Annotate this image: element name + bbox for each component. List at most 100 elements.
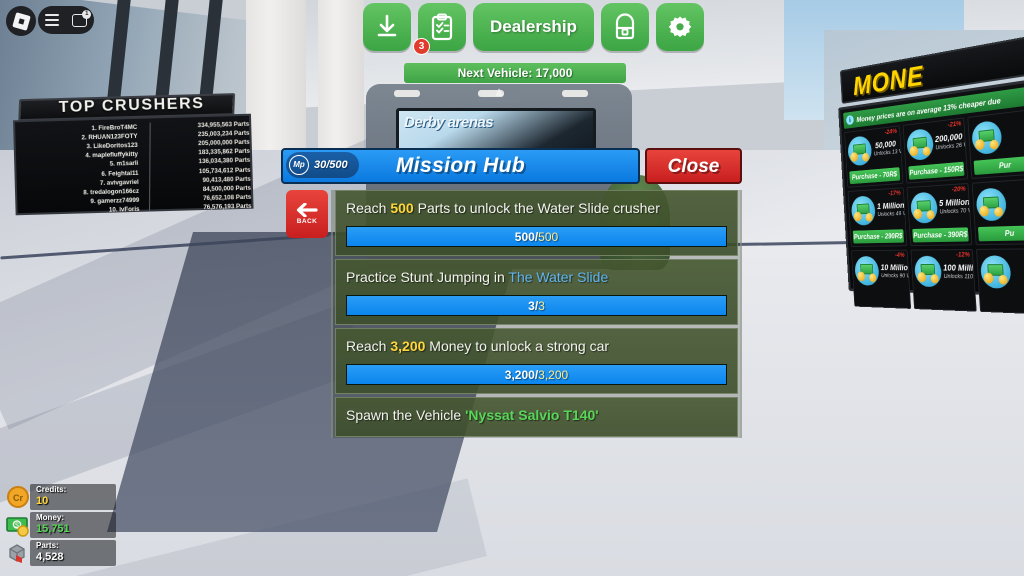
info-icon: i — [845, 114, 854, 126]
mp-icon: Mp — [289, 155, 309, 175]
money-shop-body: i Money prices are on average 13% cheape… — [838, 77, 1024, 315]
money-pack-cell[interactable]: -24% 50,000 Unlocks 13 Vehicles Purchase - … — [844, 125, 904, 188]
kiosk-lamp — [562, 90, 588, 97]
money-bag-icon — [850, 195, 876, 226]
pack-purchase-button[interactable]: Purchase - 390R$ — [911, 227, 970, 243]
money-pack-cell[interactable]: -17% 1 Million Unlocks 49 Vehicles Purchase… — [847, 187, 907, 247]
mp-progress-text: 30/500 — [314, 159, 348, 171]
coin-pile-icon — [980, 255, 1013, 289]
pack-discount-badge: -4% — [894, 250, 905, 259]
pack-unlocks — [1009, 202, 1024, 203]
cash-stack-icon — [905, 127, 934, 162]
money-shop-panel: MONE i Money prices are on average 13% c… — [836, 35, 1024, 315]
pack-discount-badge: -21% — [947, 118, 962, 129]
money-pack-grid: -24% 50,000 Unlocks 13 Vehicles Purchase - … — [844, 108, 1024, 315]
mission-progress-label: 3,200/3,200 — [504, 368, 569, 382]
settings-button[interactable] — [655, 3, 704, 51]
mission-highlight: 'Nyssat Salvio T140' — [465, 407, 599, 423]
download-icon — [373, 13, 401, 41]
stat-value: 15,751 — [36, 523, 70, 535]
chat-badge: 1 — [82, 9, 92, 19]
gear-icon — [666, 13, 694, 41]
hamburger-menu-icon[interactable] — [44, 11, 59, 29]
roblox-topbar-pill[interactable]: 1 — [38, 6, 94, 34]
mission-hub-modal: Mission Hub Mp 30/500 Close BACK Reach 5… — [281, 148, 742, 438]
mission-progress-bar: 3,200/3,200 — [346, 364, 727, 385]
game-toolbar: 3 Dealership — [363, 3, 704, 55]
money-pack-cell[interactable]: Pu — [971, 178, 1024, 246]
pack-unlocks: Unlocks 49 Vehicles — [877, 209, 907, 218]
money-pack-cell[interactable]: -12% 100 Million Unlocks 110 Vehicles — [910, 248, 977, 312]
chat-bubble-icon[interactable]: 1 — [72, 9, 92, 27]
credit-coin-icon: Cr — [6, 485, 30, 509]
dealership-button[interactable]: Dealership — [473, 3, 594, 51]
mission-item[interactable]: Practice Stunt Jumping in The Water Slid… — [335, 259, 738, 325]
parts-block-icon — [6, 541, 30, 565]
pack-discount-badge: -20% — [951, 184, 966, 194]
billboard-text: Derby arenas — [404, 114, 494, 131]
pack-discount-badge: -17% — [888, 188, 901, 198]
pack-discount-badge: -24% — [884, 126, 898, 137]
pack-unlocks: Unlocks 90 Vehicles — [881, 272, 911, 280]
pack-amount — [1004, 133, 1024, 136]
money-pack-cell[interactable]: -21% 200,000 Unlocks 26 Vehicles Purchase -… — [902, 117, 969, 184]
backpack-button[interactable] — [600, 3, 649, 51]
pack-amount: 10 Million — [880, 262, 911, 273]
mission-progress-label: 500/500 — [514, 230, 559, 244]
svg-text:Cr: Cr — [13, 493, 23, 503]
mission-description: Spawn the Vehicle 'Nyssat Salvio T140' — [346, 407, 599, 423]
mission-highlight: The Water Slide — [508, 269, 609, 285]
pack-unlocks: Unlocks 70 Vehicles — [939, 206, 973, 216]
download-button[interactable] — [363, 3, 411, 51]
pack-unlocks: Unlocks 26 Vehicles — [935, 139, 969, 152]
mission-points-badge: Mp 30/500 — [286, 152, 359, 178]
money-pack-cell[interactable]: Pur — [967, 108, 1024, 179]
roblox-logo-icon[interactable] — [6, 6, 36, 36]
cash-crate-icon — [909, 191, 938, 224]
pack-discount-badge: -12% — [955, 249, 971, 259]
gem-icon — [854, 256, 880, 286]
pack-purchase-button[interactable]: Pur — [973, 155, 1024, 175]
mission-description: Reach 3,200 Money to unlock a strong car — [346, 338, 610, 354]
coins-icon — [847, 135, 873, 167]
money-pack-cell[interactable]: -20% 5 Million Unlocks 70 Vehicles Purchase… — [906, 182, 973, 247]
mission-highlight: 3,200 — [390, 338, 426, 354]
mission-highlight: 500 — [390, 200, 414, 216]
coin-pile-icon — [971, 119, 1003, 156]
stat-row: Parts: 4,528 — [4, 540, 116, 566]
mission-progress-label: 3/3 — [528, 299, 545, 313]
pack-purchase-button[interactable]: Pu — [978, 225, 1024, 242]
stat-label: Parts: — [36, 541, 59, 550]
back-button-label: BACK — [296, 218, 318, 225]
emerald-icon — [913, 255, 943, 288]
dealership-label: Dealership — [490, 17, 577, 36]
pack-amount — [1009, 202, 1024, 203]
stat-label: Credits: — [36, 485, 67, 494]
close-button[interactable]: Close — [645, 148, 742, 184]
pack-purchase-button[interactable]: Purchase - 290R$ — [852, 229, 904, 244]
missions-button[interactable]: 3 — [413, 3, 466, 55]
mission-description: Reach 500 Parts to unlock the Water Slid… — [346, 200, 660, 216]
money-pack-cell[interactable]: -4% 10 Million Unlocks 90 Vehicles — [851, 249, 911, 309]
mission-item[interactable]: Reach 3,200 Money to unlock a strong car… — [335, 328, 738, 394]
stat-value: 10 — [36, 495, 49, 507]
mission-progress-bar: 3/3 — [346, 295, 727, 316]
mission-item[interactable]: Spawn the Vehicle 'Nyssat Salvio T140' — [335, 397, 738, 437]
stat-label: Money: — [36, 513, 64, 522]
back-button[interactable]: BACK — [286, 190, 328, 238]
mission-list[interactable]: Reach 500 Parts to unlock the Water Slid… — [331, 190, 742, 438]
money-pack-cell[interactable] — [976, 248, 1024, 315]
kiosk-lamp — [394, 90, 420, 97]
coin-pile-icon — [975, 187, 1008, 222]
pack-purchase-button[interactable]: Purchase - 150R$ — [908, 161, 965, 180]
mission-description: Practice Stunt Jumping in The Water Slid… — [346, 269, 609, 285]
left-arrow-icon — [296, 202, 318, 218]
stat-row: Cr Credits: 10 — [4, 484, 116, 510]
mission-progress-bar: 500/500 — [346, 226, 727, 247]
money-icon: $ — [6, 513, 30, 537]
mission-item[interactable]: Reach 500 Parts to unlock the Water Slid… — [335, 190, 738, 256]
leaderboard-body: 1. FireBroT4MC 334,955,563 Parts 2. RHUAN1… — [13, 113, 254, 216]
pack-unlocks: Unlocks 13 Vehicles — [873, 146, 904, 158]
top-crushers-leaderboard: TOP CRUSHERS 1. FireBroT4MC 334,955,563 P… — [12, 93, 254, 216]
pack-purchase-button[interactable]: Purchase - 70R$ — [849, 167, 900, 185]
